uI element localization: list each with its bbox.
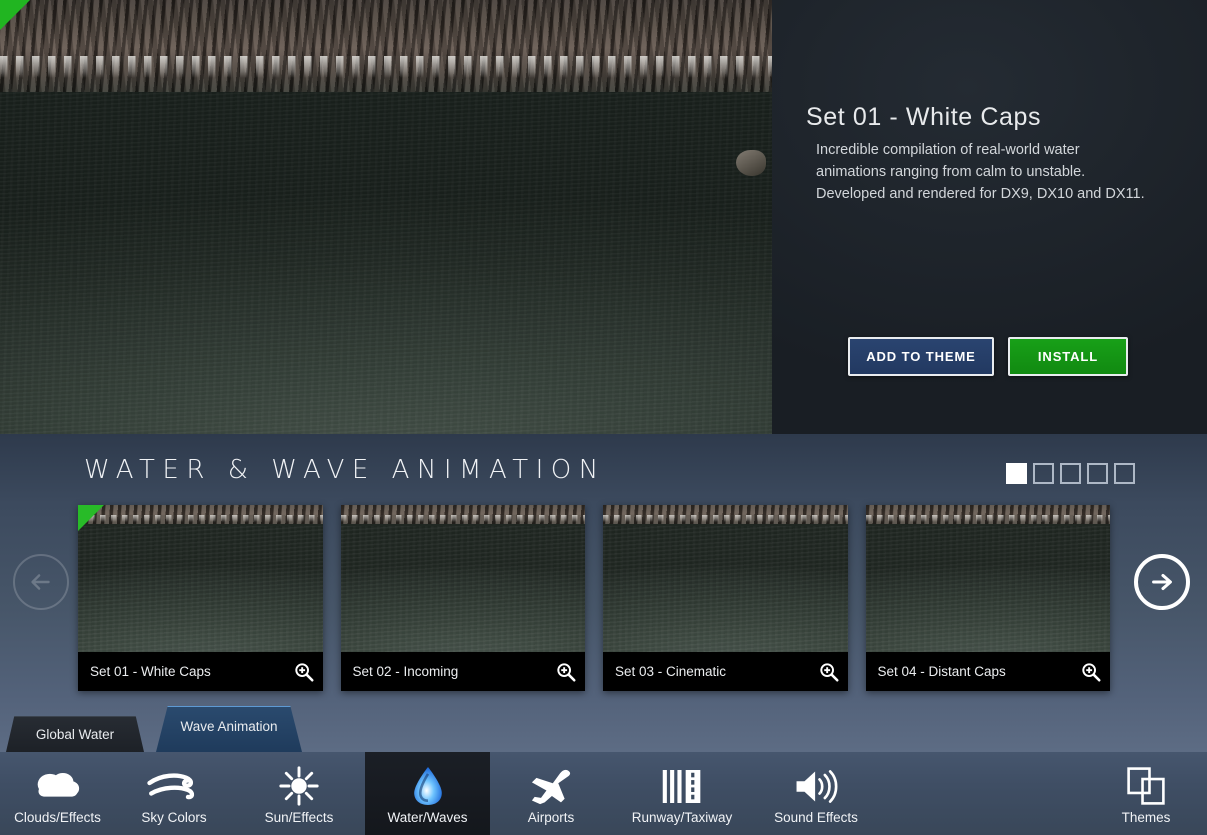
- detail-actions: ADD TO THEME INSTALL: [772, 337, 1207, 377]
- pager-box-5[interactable]: [1114, 463, 1135, 484]
- thumbnail-label: Set 03 - Cinematic: [615, 664, 727, 679]
- hero-water-ripples: [0, 69, 772, 434]
- thumbnail-ripples: [865, 525, 1110, 652]
- subtab-label: Global Water: [35, 727, 115, 742]
- thumbnail-caption: Set 04 - Distant Caps: [865, 652, 1110, 691]
- cloud-icon: [32, 766, 84, 806]
- thumbnail-image: [865, 505, 1110, 652]
- detail-panel: Set 01 - White Caps Incredible compilati…: [772, 0, 1207, 434]
- magnifier-plus-icon[interactable]: [555, 661, 577, 683]
- water-drop-icon: [409, 766, 447, 806]
- magnifier-plus-icon[interactable]: [818, 661, 840, 683]
- thumbnail-caption: Set 03 - Cinematic: [603, 652, 848, 691]
- hero-shore-highlight: [0, 56, 772, 78]
- subtab-global-water[interactable]: Global Water: [6, 716, 144, 752]
- install-button[interactable]: INSTALL: [1008, 337, 1128, 376]
- nav-item-sky-colors[interactable]: Sky Colors: [115, 752, 233, 835]
- nav-label: Runway/Taxiway: [631, 810, 733, 825]
- arrow-left-icon: [26, 567, 56, 597]
- carousel-title: WATER & WAVE ANIMATION: [84, 455, 606, 485]
- thumbnail-ripples: [340, 525, 585, 652]
- thumbnail-shore-highlight: [78, 515, 323, 522]
- add-to-theme-button[interactable]: ADD TO THEME: [848, 337, 994, 376]
- nav-label: Sky Colors: [141, 810, 207, 825]
- magnifier-plus-icon[interactable]: [293, 661, 315, 683]
- carousel-prev-button[interactable]: [13, 554, 69, 610]
- carousel-next-button[interactable]: [1134, 554, 1190, 610]
- thumbnail-caption: Set 02 - Incoming: [340, 652, 585, 691]
- runway-icon: [660, 766, 704, 806]
- thumbnail-image: [78, 505, 323, 652]
- pager-box-1[interactable]: [1006, 463, 1027, 484]
- detail-title: Set 01 - White Caps: [806, 103, 1042, 131]
- thumbnail-item[interactable]: Set 02 - Incoming: [340, 505, 585, 691]
- nav-item-airports[interactable]: Airports: [490, 752, 612, 835]
- themes-icon: [1126, 766, 1166, 806]
- thumbnail-shore-highlight: [340, 515, 585, 522]
- thumbnail-shore-highlight: [603, 515, 848, 522]
- hero-shore-rocks: [0, 0, 772, 92]
- nav-item-clouds-effects[interactable]: Clouds/Effects: [0, 752, 115, 835]
- thumbnail-image: [340, 505, 585, 652]
- thumbnail-label: Set 04 - Distant Caps: [877, 664, 1006, 679]
- nav-label: Themes: [1121, 810, 1171, 825]
- subtab-wave-animation[interactable]: Wave Animation: [156, 706, 302, 752]
- app-root: Set 01 - White Caps Incredible compilati…: [0, 0, 1207, 835]
- thumbnail-shore-highlight: [865, 515, 1110, 522]
- thumbnail-image: [603, 505, 848, 652]
- carousel-pager: [1006, 463, 1135, 484]
- sun-icon: [279, 766, 319, 806]
- thumbnail-item[interactable]: Set 03 - Cinematic: [603, 505, 848, 691]
- nav-item-water-waves[interactable]: Water/Waves: [365, 752, 490, 835]
- bottom-navigation: Clouds/Effects Sky Colors Sun/Effects Wa…: [0, 752, 1207, 835]
- airplane-icon: [529, 766, 573, 806]
- nav-label: Sun/Effects: [264, 810, 334, 825]
- nav-item-themes[interactable]: Themes: [1085, 752, 1207, 835]
- hero-shoreline: [0, 0, 772, 92]
- thumbnail-item[interactable]: Set 04 - Distant Caps: [865, 505, 1110, 691]
- thumbnail-ripples: [603, 525, 848, 652]
- nav-label: Sound Effects: [774, 810, 858, 825]
- subtab-bar: Global Water Wave Animation: [0, 706, 1207, 752]
- pager-box-3[interactable]: [1060, 463, 1081, 484]
- detail-description: Incredible compilation of real-world wat…: [816, 142, 1145, 202]
- selected-flag-icon: [78, 505, 104, 531]
- thumbnail-ripples: [78, 525, 323, 652]
- pager-box-4[interactable]: [1087, 463, 1108, 484]
- pager-box-2[interactable]: [1033, 463, 1054, 484]
- arrow-right-icon: [1147, 567, 1177, 597]
- nav-label: Clouds/Effects: [14, 810, 101, 825]
- thumbnail-list: Set 01 - White Caps Set 02 - Incoming Se…: [78, 505, 1128, 691]
- speaker-icon: [793, 766, 839, 806]
- subtab-label: Wave Animation: [180, 719, 278, 734]
- magnifier-plus-icon[interactable]: [1080, 661, 1102, 683]
- hero-section: Set 01 - White Caps Incredible compilati…: [0, 0, 1207, 434]
- hero-preview-image[interactable]: [0, 0, 772, 434]
- hero-rock: [736, 150, 766, 176]
- installed-flag-icon: [0, 0, 30, 30]
- thumbnail-caption: Set 01 - White Caps: [78, 652, 323, 691]
- nav-item-sun-effects[interactable]: Sun/Effects: [233, 752, 365, 835]
- thumbnail-label: Set 01 - White Caps: [90, 664, 211, 679]
- nav-item-sound-effects[interactable]: Sound Effects: [752, 752, 880, 835]
- thumbnail-label: Set 02 - Incoming: [352, 664, 459, 679]
- thumbnail-item[interactable]: Set 01 - White Caps: [78, 505, 323, 691]
- wind-icon: [146, 766, 202, 806]
- nav-label: Water/Waves: [387, 810, 468, 825]
- nav-label: Airports: [527, 810, 575, 825]
- nav-item-runway-taxiway[interactable]: Runway/Taxiway: [612, 752, 752, 835]
